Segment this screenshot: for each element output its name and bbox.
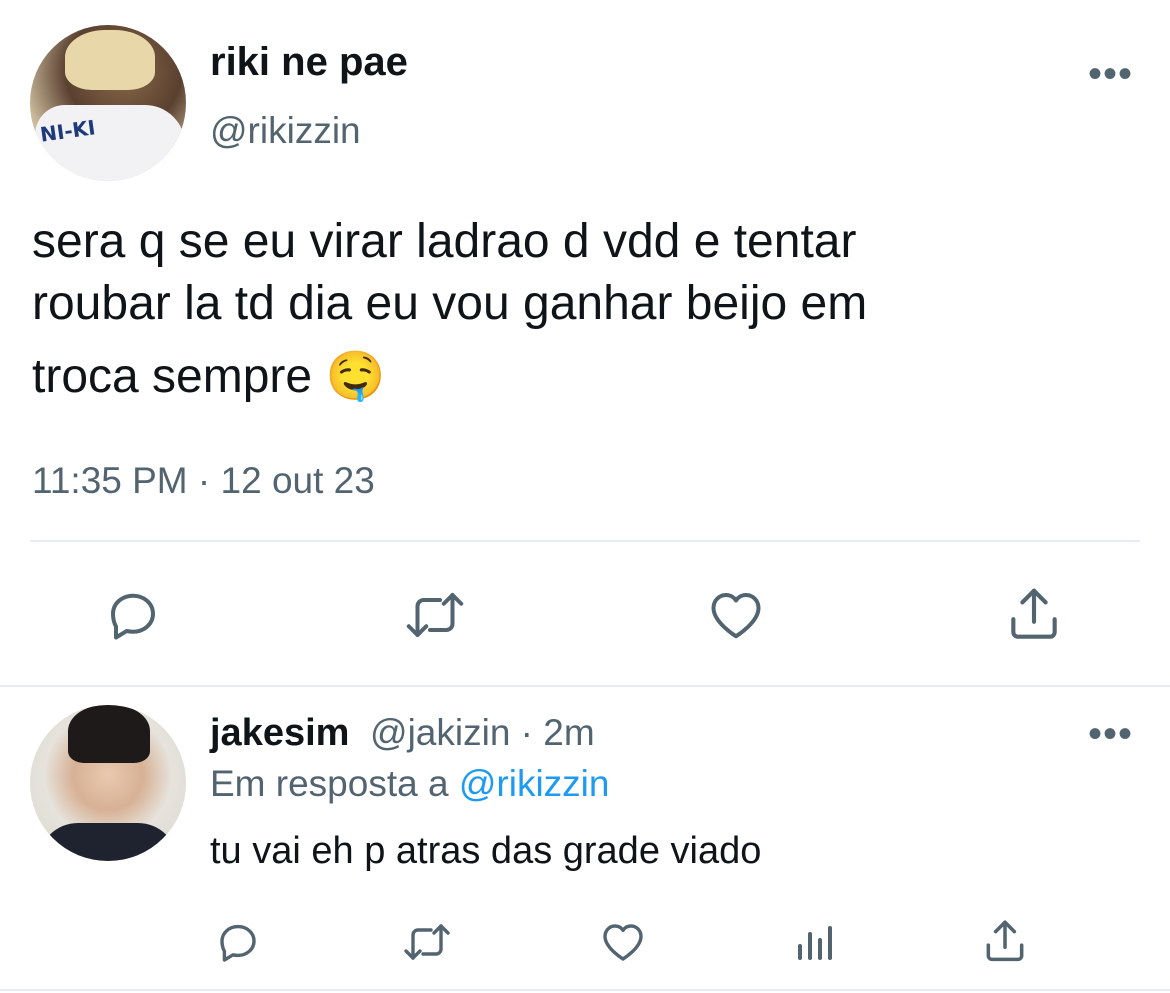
- share-icon[interactable]: [980, 916, 1030, 966]
- reply-icon[interactable]: [103, 585, 163, 645]
- share-icon[interactable]: [1003, 583, 1065, 645]
- retweet-icon[interactable]: [400, 918, 454, 966]
- like-icon[interactable]: [705, 585, 767, 645]
- reply-display-name[interactable]: jakesim: [210, 712, 349, 754]
- divider: [30, 540, 1140, 542]
- retweet-icon[interactable]: [402, 585, 468, 645]
- more-options-button[interactable]: •••: [1088, 54, 1133, 94]
- divider: [0, 685, 1170, 687]
- reply-text: tu vai eh p atras das grade viado: [210, 830, 762, 872]
- tweet-text-line-2: roubar la td dia eu vou ganhar beijo em: [32, 277, 868, 330]
- reply-to-link[interactable]: @rikizzin: [459, 763, 610, 804]
- more-options-button[interactable]: •••: [1088, 714, 1133, 754]
- user-handle[interactable]: @rikizzin: [210, 110, 361, 152]
- divider: [0, 989, 1170, 991]
- avatar[interactable]: NI-KI: [30, 25, 186, 181]
- reply-handle-time[interactable]: @jakizin · 2m: [370, 712, 595, 753]
- avatar[interactable]: [30, 705, 186, 861]
- analytics-icon[interactable]: [792, 918, 836, 966]
- reply-prefix: Em resposta a: [210, 763, 449, 804]
- tweet-text-line-1: sera q se eu virar ladrao d vdd e tentar: [32, 215, 857, 268]
- reply-icon[interactable]: [214, 918, 262, 966]
- tweet-text-line-3: troca sempre 🤤: [32, 350, 386, 403]
- tweet-timestamp[interactable]: 11:35 PM · 12 out 23: [32, 460, 375, 502]
- display-name[interactable]: riki ne pae: [210, 40, 408, 85]
- like-icon[interactable]: [598, 918, 648, 966]
